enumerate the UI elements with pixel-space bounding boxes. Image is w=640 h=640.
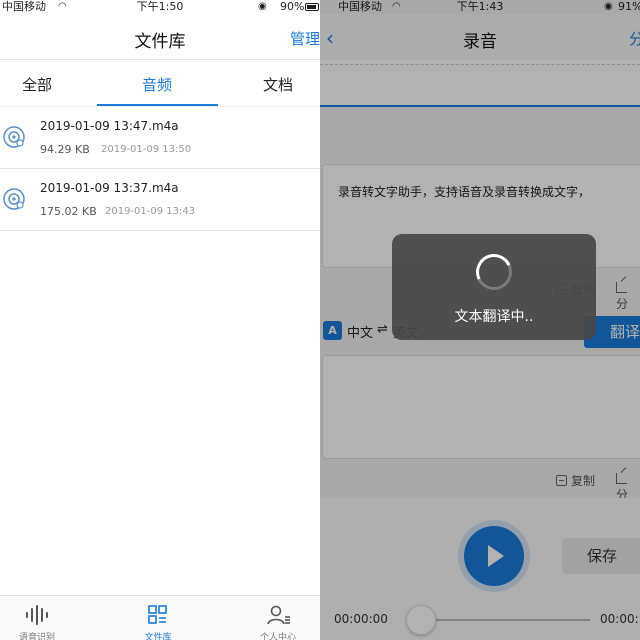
- grid-icon: [148, 605, 167, 624]
- tabbar-item-speech-recognition[interactable]: 语音识别: [0, 596, 77, 640]
- tabbar-label: 文件库: [144, 633, 172, 640]
- tab-audio[interactable]: 音频: [142, 74, 172, 95]
- file-date: 2019-01-09 13:50: [101, 144, 192, 155]
- clock: 下午1:50: [136, 0, 184, 13]
- toast-message: 文本翻译中..: [454, 309, 534, 325]
- file-list: 2019-01-09 13:47.m4a 94.29 KB 2019-01-09…: [0, 107, 320, 231]
- audio-file-icon: [3, 188, 25, 210]
- list-item[interactable]: 2019-01-09 13:47.m4a 94.29 KB 2019-01-09…: [0, 107, 320, 169]
- nav-bar: 文件库 管理: [0, 14, 320, 60]
- file-name: 2019-01-09 13:37.m4a: [40, 181, 179, 195]
- file-size: 175.02 KB: [40, 205, 97, 218]
- page-title: 文件库: [134, 32, 186, 52]
- tab-documents[interactable]: 文档: [263, 74, 293, 95]
- tabbar-item-profile[interactable]: 个人中心: [238, 596, 318, 640]
- loading-toast: 文本翻译中..: [392, 234, 596, 340]
- file-name: 2019-01-09 13:47.m4a: [40, 119, 179, 133]
- active-tab-indicator: [97, 104, 218, 106]
- status-bar: 中国移动 ◠ 下午1:50 ◉ 90%: [0, 0, 320, 14]
- recording-screen: 中国移动 ◠ 下午1:43 ◉ 91% ‹ 录音 分 录音转文字助手，支持语音及…: [320, 0, 640, 640]
- list-item[interactable]: 2019-01-09 13:37.m4a 175.02 KB 2019-01-0…: [0, 169, 320, 231]
- battery-percent: 90%: [280, 0, 305, 13]
- audio-file-icon: [3, 126, 25, 148]
- tabbar-label: 个人中心: [259, 633, 296, 640]
- rotation-lock-icon: ◉: [258, 1, 267, 12]
- waveform-icon: [26, 605, 48, 625]
- tabbar-item-file-library[interactable]: 文件库: [118, 596, 198, 640]
- tabbar-label: 语音识别: [18, 633, 55, 640]
- file-library-screen: 中国移动 ◠ 下午1:50 ◉ 90% 文件库 管理 全部 音频 文档 2019…: [0, 0, 320, 640]
- category-tabs: 全部 音频 文档: [0, 60, 320, 107]
- file-date: 2019-01-09 13:43: [105, 206, 196, 217]
- file-size: 94.29 KB: [40, 143, 90, 156]
- manage-button[interactable]: 管理: [290, 28, 320, 49]
- user-icon: [267, 605, 290, 625]
- bottom-tab-bar: 语音识别 文件库 个人中心: [0, 595, 320, 640]
- tab-all[interactable]: 全部: [22, 74, 52, 95]
- spinner-icon: [470, 248, 518, 296]
- battery-icon: [305, 3, 319, 11]
